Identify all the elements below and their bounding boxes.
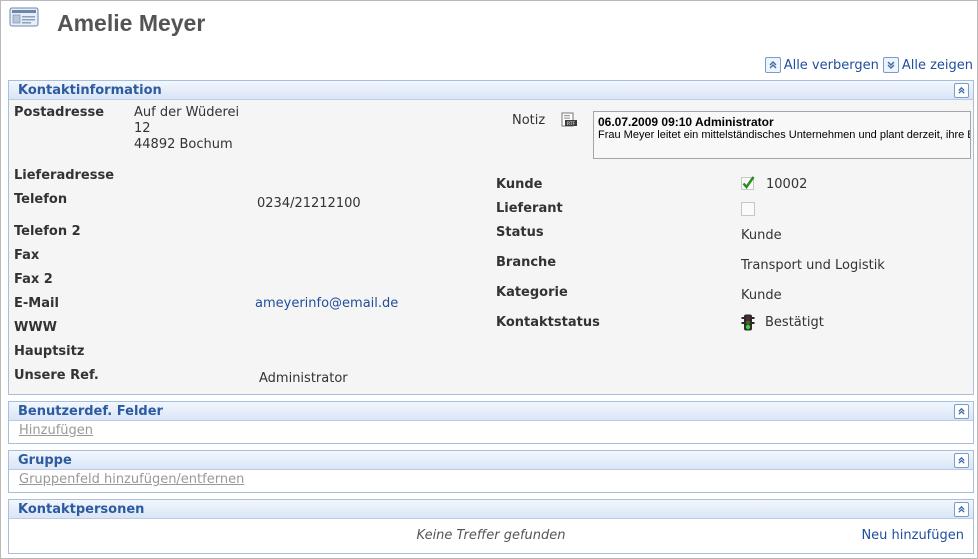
contact-persons-panel: Kontaktpersonen Keine Treffer gefunden N… — [8, 499, 974, 554]
address-number: 12 — [134, 121, 151, 136]
postadresse-value: Auf der Wüderei 12 44892 Bochum — [134, 105, 239, 153]
unsere-ref-value: Administrator — [259, 371, 348, 386]
contact-info-title: Kontaktinformation — [18, 82, 162, 98]
contact-info-panel: Kontaktinformation Postadresse Auf der W… — [8, 80, 974, 395]
branche-value: Transport und Logistik — [741, 258, 885, 273]
custom-fields-title: Benutzerdef. Felder — [18, 403, 163, 419]
kunde-number: 10002 — [766, 177, 808, 192]
notiz-label: Notiz — [512, 113, 546, 128]
add-custom-field-link[interactable]: Hinzufügen — [9, 421, 973, 440]
kategorie-value: Kunde — [741, 288, 782, 303]
hide-all-label: Alle verbergen — [783, 57, 879, 73]
address-street: Auf der Wüderei — [134, 105, 240, 120]
lieferant-checkbox[interactable] — [741, 202, 755, 216]
kategorie-label: Kategorie — [496, 285, 568, 300]
contact-persons-title: Kontaktpersonen — [18, 501, 145, 517]
telefon2-label: Telefon 2 — [14, 224, 81, 239]
group-title: Gruppe — [18, 452, 72, 468]
fax-label: Fax — [14, 248, 40, 263]
lieferant-label: Lieferant — [496, 201, 563, 216]
status-value: Kunde — [741, 228, 782, 243]
telefon-value: 0234/21212100 — [257, 196, 361, 211]
double-chevron-up-icon — [764, 57, 781, 73]
email-link[interactable]: ameyerinfo@email.de — [255, 296, 398, 311]
custom-fields-header[interactable]: Benutzerdef. Felder — [9, 402, 973, 421]
address-city: 44892 Bochum — [134, 137, 233, 152]
svg-text:RTF: RTF — [567, 121, 576, 127]
postadresse-label: Postadresse — [14, 105, 105, 120]
unsere-ref-label: Unsere Ref. — [14, 368, 99, 383]
hauptsitz-label: Hauptsitz — [14, 344, 85, 359]
contact-info-header[interactable]: Kontaktinformation — [9, 81, 973, 100]
collapse-icon[interactable] — [954, 452, 969, 468]
lieferadresse-label: Lieferadresse — [14, 168, 115, 183]
double-chevron-down-icon — [882, 57, 899, 73]
hide-all-button[interactable]: Alle verbergen — [764, 57, 879, 73]
traffic-light-icon — [741, 314, 755, 331]
add-new-link[interactable]: Neu hinzufügen — [861, 528, 964, 543]
www-label: WWW — [14, 320, 58, 335]
branche-label: Branche — [496, 255, 557, 270]
no-results-text: Keine Treffer gefunden — [416, 528, 566, 543]
group-field-link[interactable]: Gruppenfeld hinzufügen/entfernen — [9, 470, 973, 489]
telefon-label: Telefon — [14, 192, 68, 207]
status-label: Status — [496, 225, 544, 240]
collapse-icon[interactable] — [954, 501, 969, 517]
group-panel: Gruppe Gruppenfeld hinzufügen/entfernen — [8, 450, 974, 493]
show-all-label: Alle zeigen — [901, 57, 973, 73]
collapse-icon[interactable] — [954, 82, 969, 98]
collapse-icon[interactable] — [954, 403, 969, 419]
rtf-icon[interactable]: RTF — [561, 112, 578, 128]
kontaktstatus-label: Kontaktstatus — [496, 315, 600, 330]
page-title: Amelie Meyer — [57, 10, 206, 36]
notiz-box[interactable]: 06.07.2009 09:10 Administrator Frau Meye… — [593, 111, 971, 159]
kunde-checkbox[interactable] — [740, 175, 756, 191]
kunde-label: Kunde — [496, 177, 543, 192]
email-label: E-Mail — [14, 296, 59, 311]
group-header[interactable]: Gruppe — [9, 451, 973, 470]
notiz-text: Frau Meyer leitet ein mittelständisches … — [598, 129, 971, 141]
notiz-header: 06.07.2009 09:10 Administrator — [598, 115, 774, 129]
toggle-links: Alle verbergen Alle zeigen — [764, 57, 973, 73]
show-all-button[interactable]: Alle zeigen — [882, 57, 973, 73]
contact-persons-header[interactable]: Kontaktpersonen — [9, 500, 973, 519]
custom-fields-panel: Benutzerdef. Felder Hinzufügen — [8, 401, 974, 444]
contact-card-icon — [9, 7, 39, 27]
kontaktstatus-value: Bestätigt — [765, 315, 824, 330]
fax2-label: Fax 2 — [14, 272, 53, 287]
